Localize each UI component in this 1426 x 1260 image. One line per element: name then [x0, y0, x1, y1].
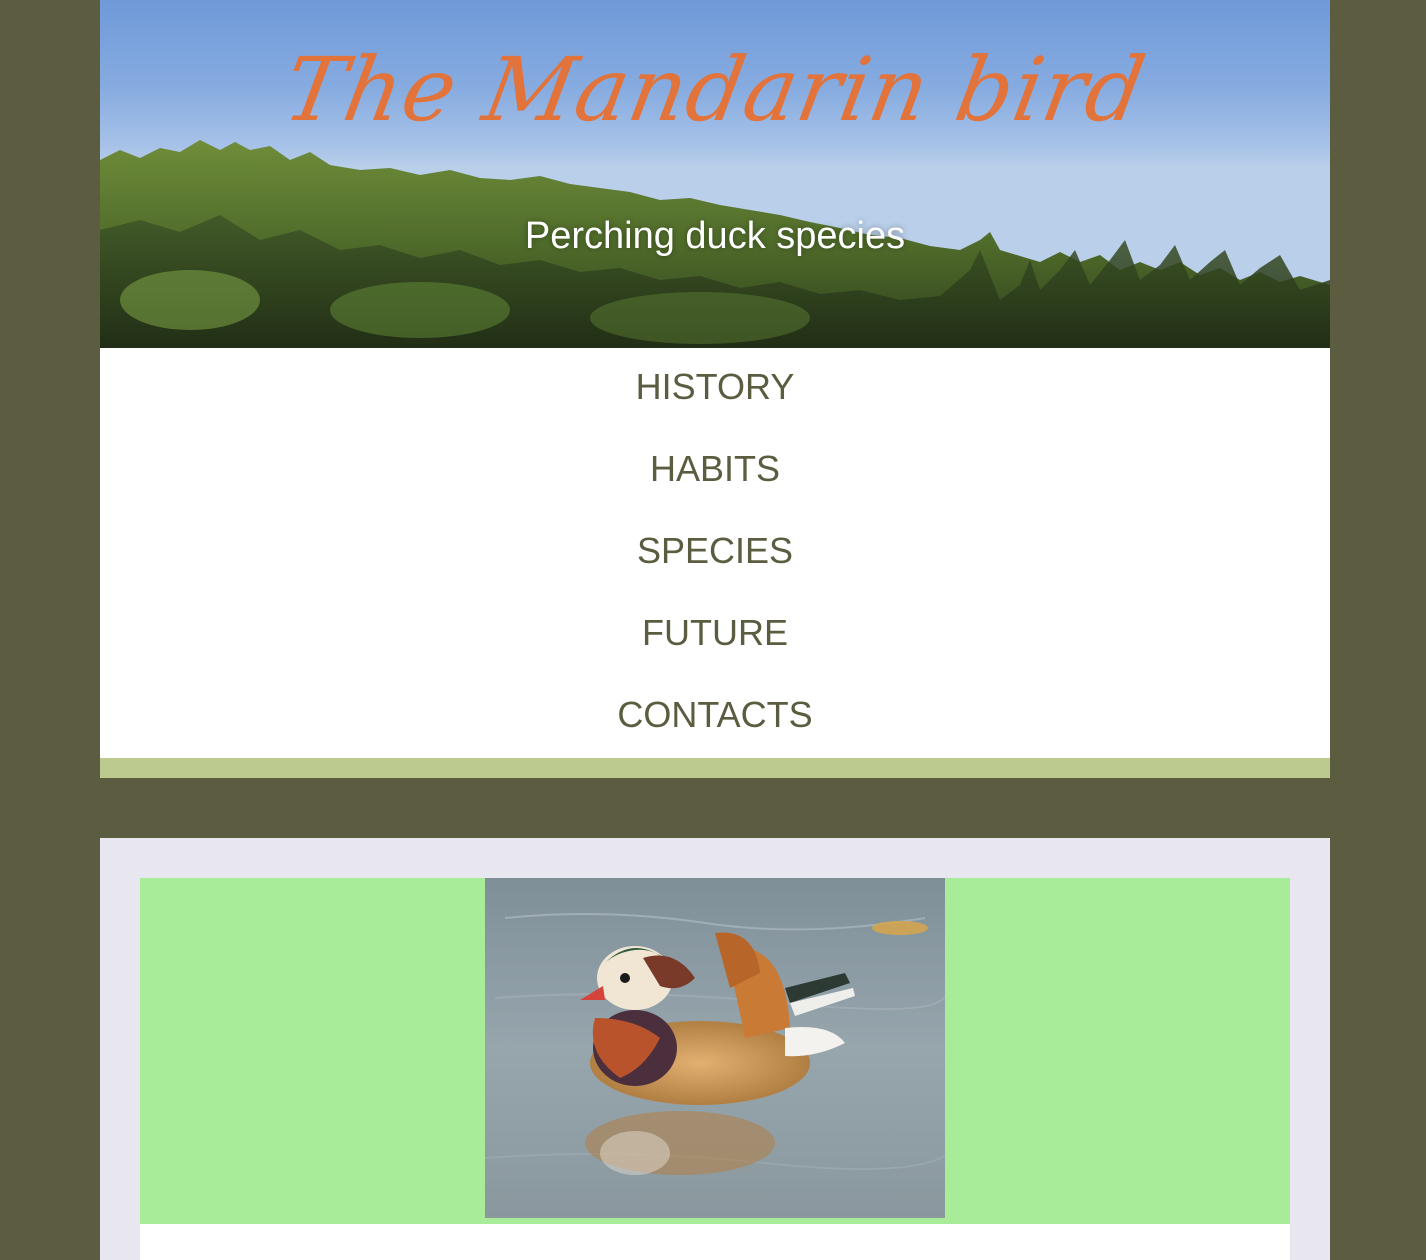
main-nav: HISTORY HABITS SPECIES FUTURE CONTACTS	[100, 348, 1330, 758]
nav-item-label: HISTORY	[635, 366, 795, 407]
nav-divider	[100, 758, 1330, 778]
site-title: The Mandarin bird	[276, 38, 1154, 141]
nav-item-label: HABITS	[649, 448, 781, 489]
nav-item-label: SPECIES	[636, 530, 794, 571]
site-subtitle: Perching duck species	[524, 215, 906, 257]
header-banner: The Mandarin bird Perching duck species	[100, 0, 1330, 348]
mandarin-duck-photo	[485, 878, 945, 1218]
mandarin-duck-image	[485, 878, 945, 1218]
nav-item-label: FUTURE	[642, 612, 788, 653]
photo-panel	[140, 878, 1290, 1224]
nav-item-contacts[interactable]: CONTACTS	[100, 676, 1330, 758]
content-panel	[140, 1224, 1290, 1260]
page: The Mandarin bird Perching duck species …	[0, 0, 1426, 1260]
nav-item-future[interactable]: FUTURE	[100, 594, 1330, 676]
nav-item-label: CONTACTS	[617, 694, 813, 735]
nav-item-species[interactable]: SPECIES	[100, 512, 1330, 594]
content-card	[100, 838, 1330, 1260]
nav-item-history[interactable]: HISTORY	[100, 348, 1330, 430]
nav-item-habits[interactable]: HABITS	[100, 430, 1330, 512]
